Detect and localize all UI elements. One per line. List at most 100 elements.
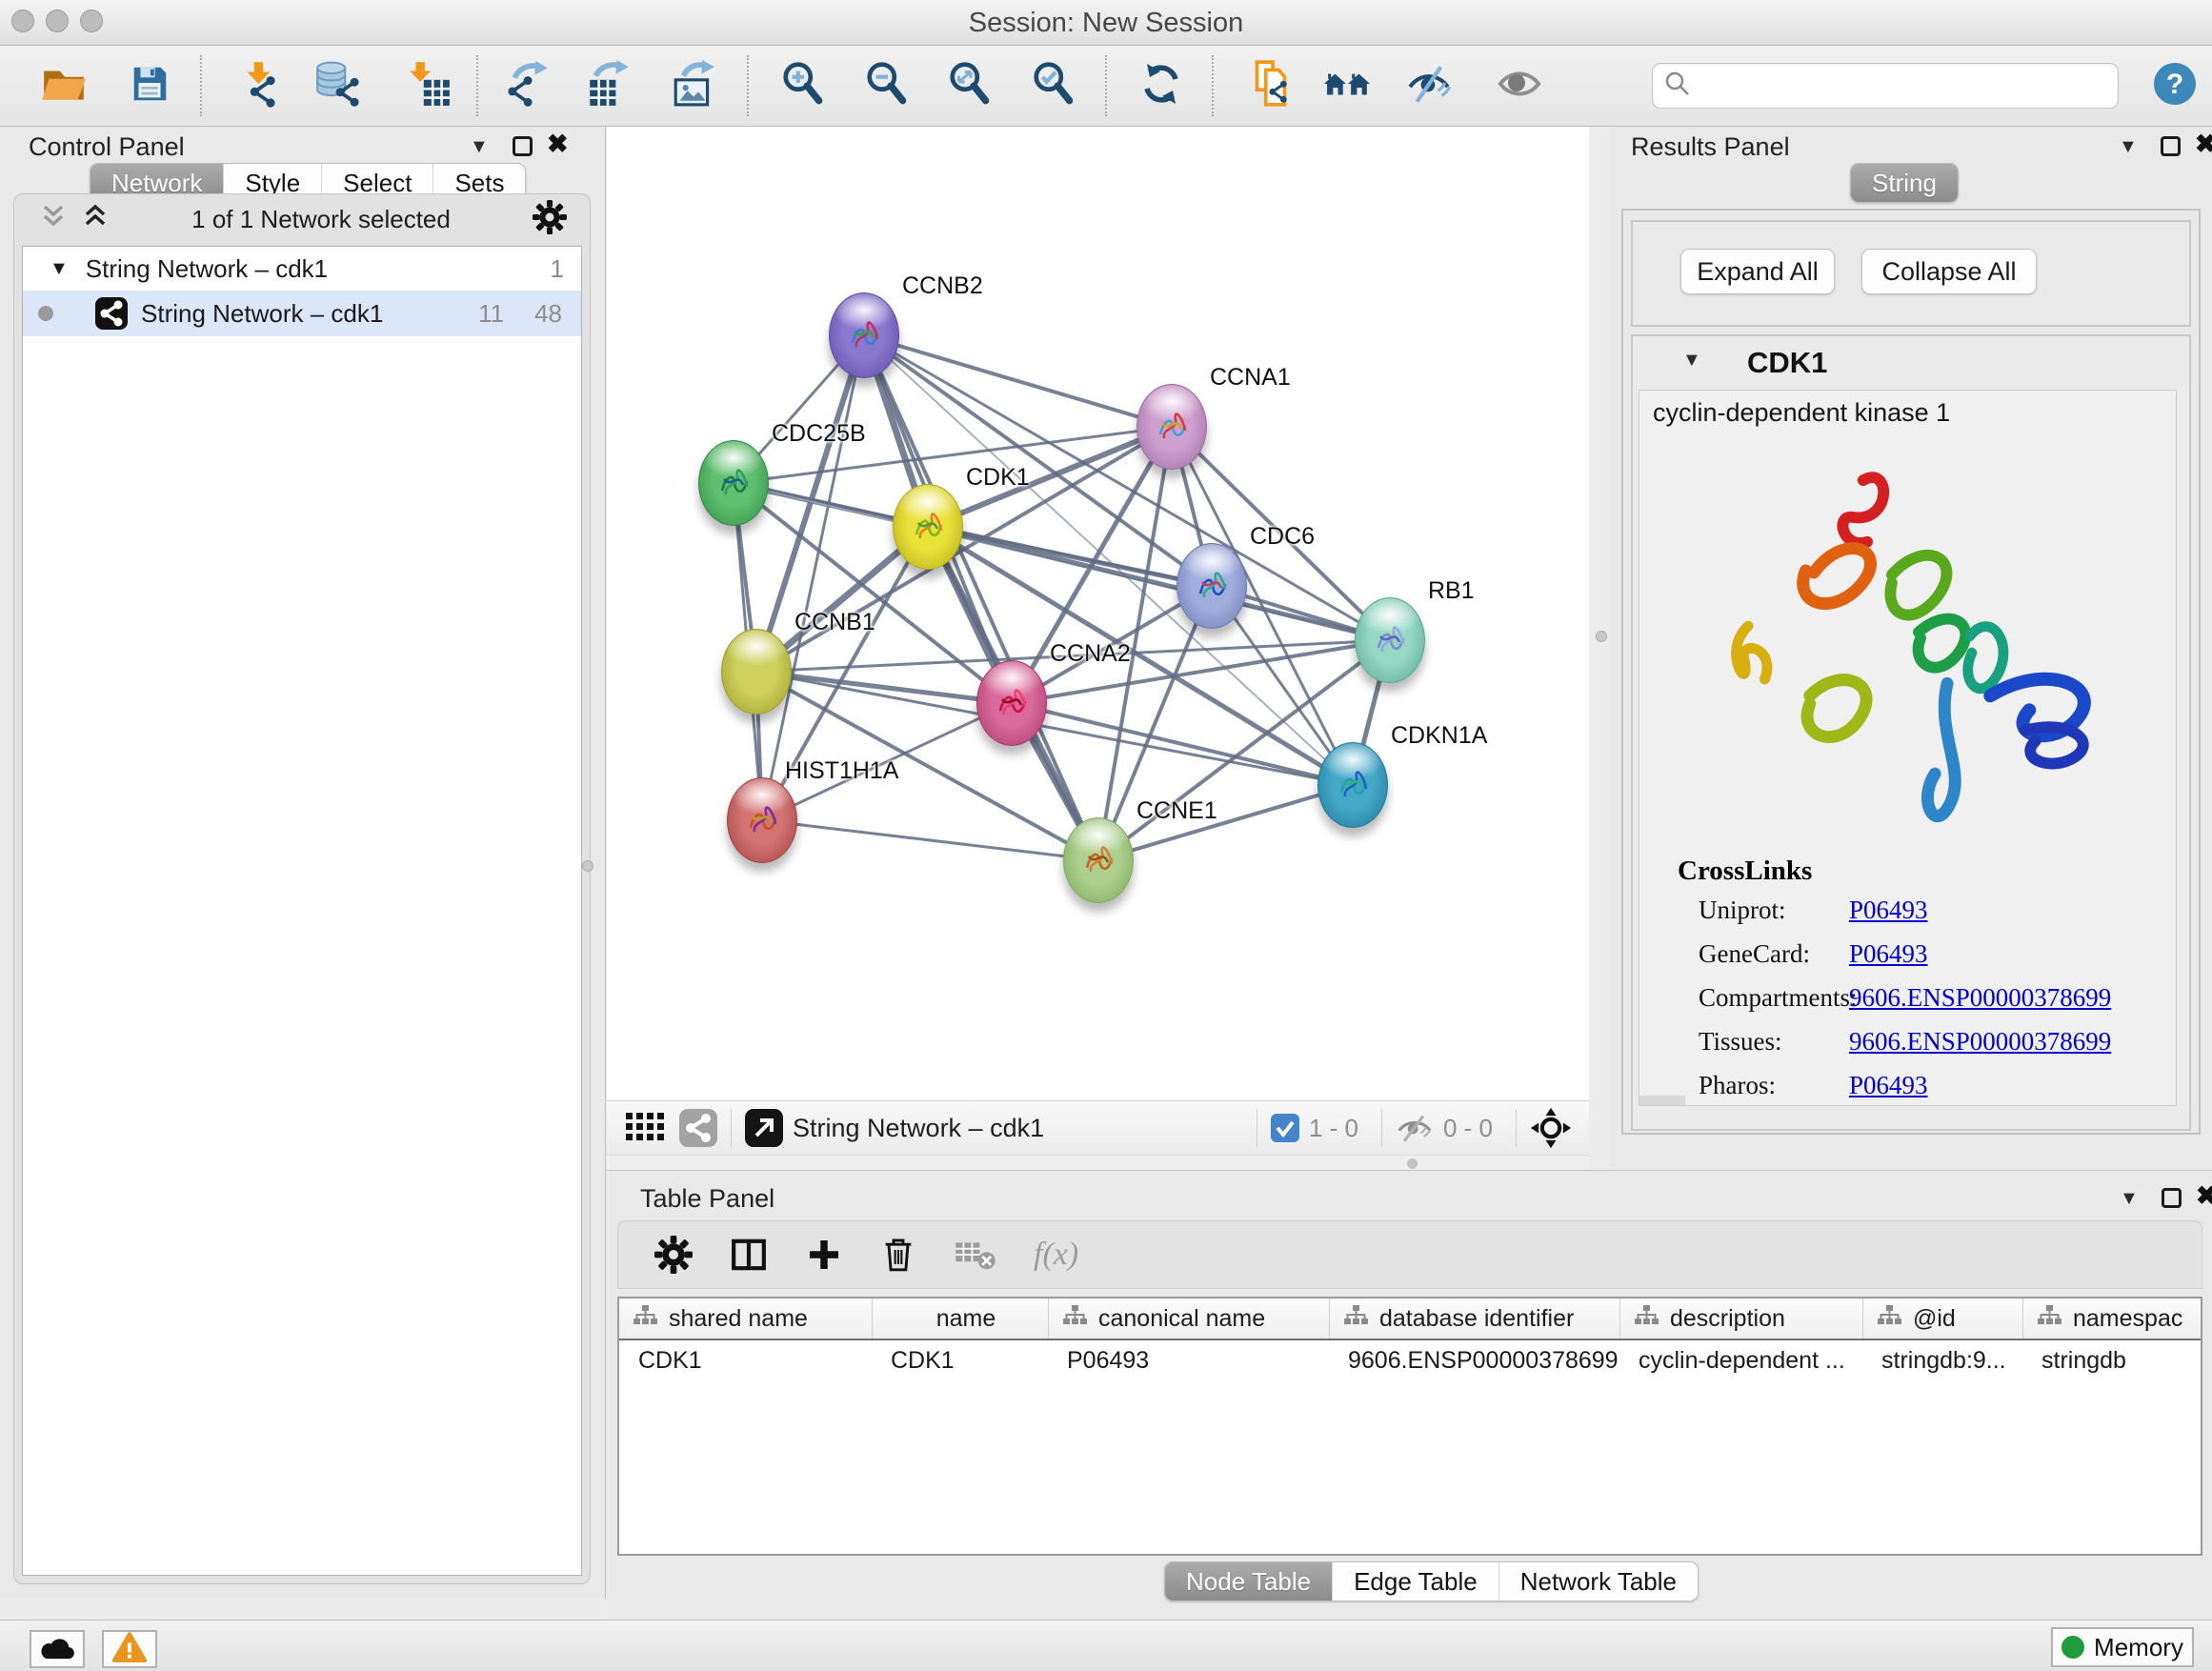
splitter-handle-icon[interactable] (1407, 1158, 1418, 1169)
column-header-name[interactable]: name (872, 1299, 1048, 1339)
crosslink-link[interactable]: P06493 (1849, 896, 1928, 925)
column-header-canonical-name[interactable]: canonical name (1048, 1299, 1329, 1339)
zoom-in-button[interactable] (779, 62, 827, 110)
export-table-button[interactable] (584, 62, 632, 110)
network-node[interactable] (893, 484, 963, 570)
selected-checkbox-icon[interactable] (1271, 1114, 1299, 1142)
birds-eye-view-icon[interactable] (626, 1113, 664, 1143)
import-network-from-database-button[interactable] (314, 62, 362, 110)
network-edge[interactable] (756, 672, 1012, 703)
memory-button[interactable]: Memory (2051, 1627, 2194, 1667)
table-cell[interactable]: stringdb:9... (1862, 1340, 2022, 1382)
network-edge[interactable] (1012, 703, 1353, 785)
network-edge[interactable] (762, 335, 864, 820)
column-header-database-identifier[interactable]: database identifier (1329, 1299, 1619, 1339)
network-node[interactable] (829, 292, 899, 378)
clone-network-button[interactable] (1248, 62, 1296, 110)
cloud-status-button[interactable] (30, 1630, 85, 1668)
show-eye-button[interactable] (1496, 62, 1543, 110)
network-edge[interactable] (864, 335, 1172, 427)
delete-column-icon[interactable] (879, 1235, 917, 1275)
import-table-button[interactable] (404, 62, 452, 110)
network-collection-row[interactable]: ▼ String Network – cdk1 1 (23, 247, 581, 291)
delete-table-icon[interactable] (954, 1238, 997, 1272)
table-row[interactable]: CDK1CDK1P064939606.ENSP00000378699cyclin… (619, 1340, 2201, 1382)
network-edge[interactable] (864, 335, 1098, 860)
collapse-all-button[interactable]: Collapse All (1861, 249, 2037, 294)
left-splitter-handle-icon[interactable] (582, 860, 593, 872)
fit-content-crosshair-icon[interactable] (1530, 1107, 1572, 1149)
collapse-panel-icon[interactable]: ▼ (2119, 136, 2138, 158)
zoom-selected-button[interactable] (1030, 62, 1077, 110)
column-header-shared-name[interactable]: shared name (619, 1299, 872, 1339)
network-node[interactable] (1136, 384, 1207, 470)
network-node[interactable] (721, 629, 792, 715)
network-node[interactable] (1317, 742, 1388, 828)
expand-all-networks-icon[interactable] (81, 204, 110, 235)
close-panel-icon[interactable]: ✖ (547, 134, 569, 154)
crosslink-link[interactable]: P06493 (1849, 939, 1928, 969)
crosslink-link[interactable]: 9606.ENSP00000378699 (1849, 983, 2111, 1013)
horizontal-scrollbar[interactable] (1639, 1096, 1685, 1105)
refresh-button[interactable] (1137, 62, 1185, 110)
float-panel-icon[interactable] (2161, 136, 2181, 156)
search-input[interactable] (1699, 72, 2106, 100)
close-panel-icon[interactable]: ✖ (2196, 1186, 2212, 1206)
import-network-button[interactable] (236, 62, 284, 110)
table-cell[interactable]: 9606.ENSP00000378699 (1329, 1340, 1619, 1382)
save-session-button[interactable] (126, 62, 173, 110)
float-panel-icon[interactable] (513, 136, 533, 156)
column-header--id[interactable]: @id (1862, 1299, 2022, 1339)
export-network-button[interactable] (503, 62, 551, 110)
export-image-button[interactable] (670, 62, 717, 110)
collapse-panel-icon[interactable]: ▼ (2120, 1188, 2139, 1210)
tab-string[interactable]: String (1851, 164, 1958, 202)
network-node[interactable] (1355, 597, 1425, 683)
zoom-out-button[interactable] (863, 62, 911, 110)
column-header-description[interactable]: description (1619, 1299, 1862, 1339)
right-splitter-handle-icon[interactable] (1596, 631, 1607, 642)
table-cell[interactable]: P06493 (1048, 1340, 1329, 1382)
network-edge[interactable] (928, 527, 1390, 640)
network-row[interactable]: String Network – cdk1 11 48 (23, 291, 581, 336)
open-session-button[interactable] (40, 62, 88, 110)
collapse-panel-icon[interactable]: ▼ (470, 136, 489, 158)
tree-expander-icon[interactable]: ▼ (50, 258, 69, 280)
float-panel-icon[interactable] (2162, 1188, 2182, 1208)
table-cell[interactable]: CDK1 (872, 1340, 1048, 1382)
network-edge[interactable] (762, 820, 1098, 860)
tab-edge-table[interactable]: Edge Table (1332, 1562, 1498, 1601)
table-options-gear-icon[interactable] (654, 1236, 693, 1274)
help-button[interactable]: ? (2151, 62, 2199, 110)
hidden-eye-icon[interactable] (1396, 1111, 1434, 1145)
tab-node-table[interactable]: Node Table (1165, 1562, 1332, 1601)
search-box[interactable] (1652, 63, 2119, 109)
network-node[interactable] (698, 440, 769, 526)
zoom-fit-button[interactable] (946, 62, 994, 110)
hide-unhide-button[interactable] (1406, 62, 1454, 110)
network-node[interactable] (727, 777, 797, 863)
network-node[interactable] (976, 660, 1047, 746)
network-type-icon[interactable] (679, 1109, 717, 1147)
network-options-gear-icon[interactable] (533, 200, 567, 239)
crosslink-link[interactable]: P06493 (1849, 1071, 1928, 1100)
crosslink-link[interactable]: 9606.ENSP00000378699 (1849, 1027, 2111, 1057)
first-neighbors-button[interactable] (1324, 62, 1372, 110)
network-node[interactable] (1063, 817, 1134, 903)
network-node[interactable] (1176, 543, 1247, 629)
collapse-all-networks-icon[interactable] (39, 204, 68, 235)
add-column-icon[interactable] (805, 1236, 843, 1274)
expand-all-button[interactable]: Expand All (1680, 249, 1835, 294)
open-in-new-window-icon[interactable] (745, 1109, 783, 1147)
show-columns-icon[interactable] (729, 1236, 769, 1274)
section-expander-icon[interactable]: ▼ (1682, 350, 1701, 372)
vertical-scrollbar[interactable] (2176, 390, 2189, 1106)
close-panel-icon[interactable]: ✖ (2195, 134, 2212, 154)
table-cell[interactable]: cyclin-dependent ... (1619, 1340, 1862, 1382)
table-cell[interactable]: stringdb (2022, 1340, 2200, 1382)
network-canvas[interactable]: CCNB2CCNA1CDC25BCDK1CDC6RB1CCNB1CCNA2CDK… (607, 127, 1589, 1100)
function-builder-button[interactable]: f(x) (1034, 1237, 1078, 1273)
warnings-button[interactable] (102, 1630, 157, 1668)
tab-network-table[interactable]: Network Table (1498, 1562, 1698, 1601)
column-header-namespac[interactable]: namespac (2022, 1299, 2200, 1339)
